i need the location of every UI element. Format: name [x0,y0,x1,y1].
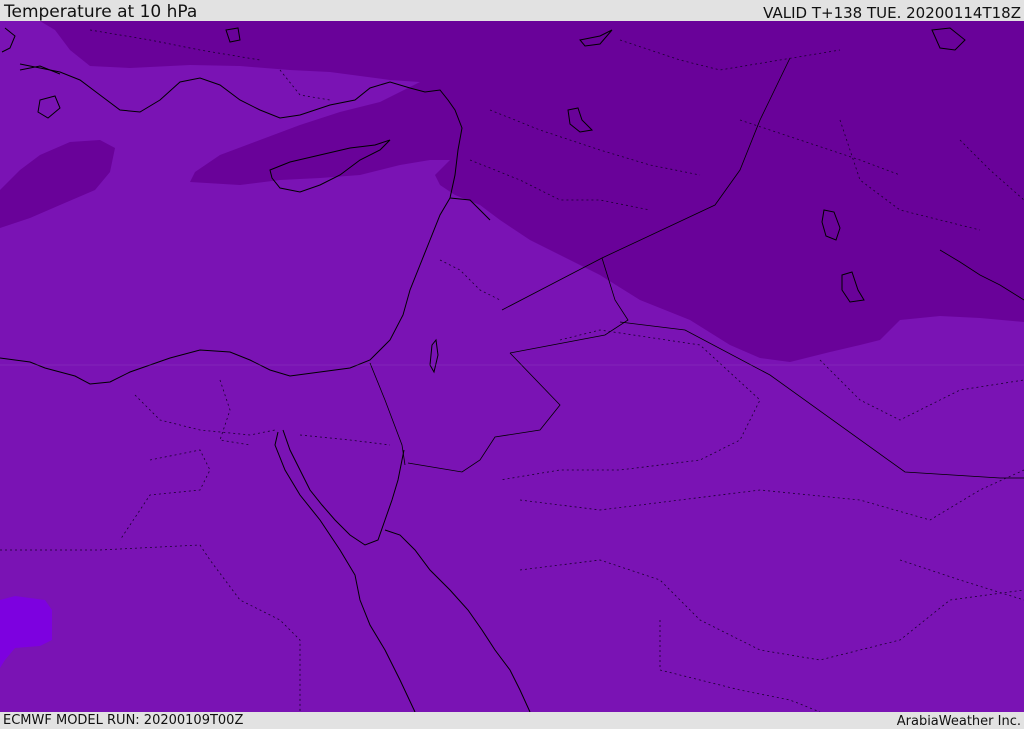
model-run: ECMWF MODEL RUN: 20200109T00Z [3,713,244,728]
map-title: Temperature at 10 hPa [4,2,198,22]
valid-time: VALID T+138 TUE. 20200114T18Z [763,4,1021,22]
header-bar: Temperature at 10 hPa VALID T+138 TUE. 2… [0,0,1024,21]
credit: ArabiaWeather Inc. [896,714,1021,729]
map-canvas [0,21,1024,712]
footer-bar: ECMWF MODEL RUN: 20200109T00Z ArabiaWeat… [0,712,1024,729]
weather-map[interactable] [0,21,1024,712]
